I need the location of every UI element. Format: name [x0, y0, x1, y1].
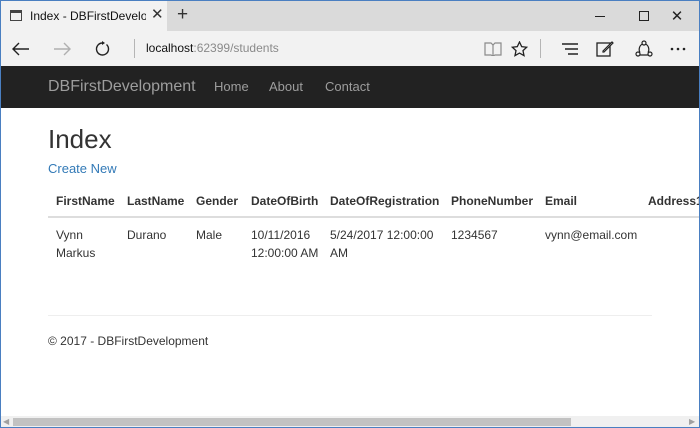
web-note-button[interactable] — [590, 31, 620, 66]
header-address: Address1 — [648, 194, 699, 208]
address-bar[interactable]: localhost:62399/students — [146, 41, 279, 55]
nav-contact-link[interactable]: Contact — [325, 79, 370, 94]
tab-strip: Index - DBFirstDevelopr ✕ + ✕ — [1, 1, 699, 31]
header-firstname: FirstName — [56, 194, 115, 208]
more-button[interactable] — [663, 31, 693, 66]
page-title: Index — [48, 124, 112, 154]
header-dateofbirth: DateOfBirth — [251, 194, 319, 208]
hub-button[interactable] — [555, 31, 585, 66]
header-dateofregistration: DateOfRegistration — [330, 194, 440, 208]
browser-window: Index - DBFirstDevelopr ✕ + ✕ localhost:… — [0, 0, 700, 428]
forward-arrow-icon — [54, 42, 71, 55]
scroll-right-icon[interactable]: ▶ — [689, 418, 697, 426]
minimize-icon — [595, 15, 605, 17]
browser-toolbar: localhost:62399/students — [1, 31, 699, 66]
back-button[interactable] — [6, 31, 36, 66]
more-icon — [670, 47, 686, 50]
toolbar-separator — [540, 39, 541, 58]
header-phonenumber: PhoneNumber — [451, 194, 534, 208]
refresh-icon — [95, 40, 110, 56]
share-icon — [635, 39, 653, 57]
cell-gender: Male — [196, 228, 223, 242]
cell-phonenumber: 1234567 — [451, 228, 498, 242]
back-arrow-icon — [12, 42, 29, 55]
toolbar-separator — [134, 39, 135, 58]
refresh-button[interactable] — [87, 31, 117, 66]
scrollbar-thumb[interactable] — [13, 418, 571, 426]
tab-title: Index - DBFirstDevelopr — [30, 9, 146, 23]
window-close-button[interactable]: ✕ — [655, 1, 699, 31]
url-host: localhost — [146, 41, 194, 55]
create-new-link[interactable]: Create New — [48, 161, 117, 176]
pen-icon — [596, 40, 614, 57]
footer-copyright: © 2017 - DBFirstDevelopment — [48, 334, 209, 348]
hub-icon — [562, 42, 578, 55]
cell-lastname: Durano — [127, 228, 167, 242]
share-button[interactable] — [629, 31, 659, 66]
scroll-left-icon[interactable]: ◀ — [3, 418, 11, 426]
page-icon — [10, 10, 22, 21]
cell-email: vynn@email.com — [545, 228, 638, 242]
maximize-icon — [639, 11, 649, 21]
forward-button[interactable] — [47, 31, 77, 66]
cell-firstname: Vynn Markus — [56, 228, 96, 260]
site-navbar: DBFirstDevelopment Home About Contact — [1, 66, 699, 108]
header-email: Email — [545, 194, 578, 208]
header-divider — [48, 216, 699, 218]
close-icon: ✕ — [670, 7, 684, 25]
footer-divider — [48, 315, 652, 316]
nav-about-link[interactable]: About — [269, 79, 303, 94]
browser-tab[interactable]: Index - DBFirstDevelopr ✕ — [1, 1, 167, 31]
url-path: :62399/students — [193, 41, 279, 55]
minimize-button[interactable] — [578, 1, 622, 31]
horizontal-scrollbar[interactable]: ◀ ▶ — [1, 416, 699, 427]
star-icon — [510, 40, 528, 57]
header-lastname: LastName — [127, 194, 185, 208]
nav-home-link[interactable]: Home — [214, 79, 249, 94]
book-icon — [484, 41, 502, 56]
header-gender: Gender — [196, 194, 239, 208]
brand-link[interactable]: DBFirstDevelopment — [48, 78, 196, 96]
cell-dateofregistration: 5/24/2017 12:00:00 AM — [330, 228, 434, 260]
page-content: Index Create New FirstName LastName Gend… — [1, 108, 699, 416]
favorite-button[interactable] — [504, 31, 534, 66]
tab-close-icon[interactable]: ✕ — [151, 7, 164, 23]
cell-dateofbirth: 10/11/2016 12:00:00 AM — [251, 228, 319, 260]
new-tab-icon[interactable]: + — [177, 4, 188, 26]
